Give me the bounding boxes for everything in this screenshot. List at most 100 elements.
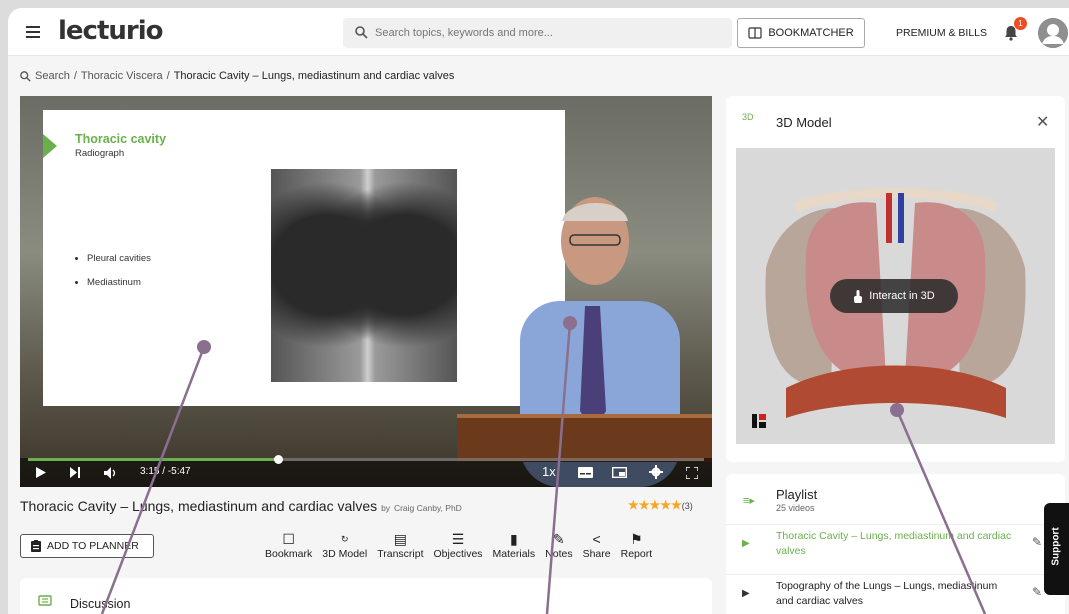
play-icon: ▶ bbox=[742, 538, 750, 549]
lecture-by: by bbox=[381, 503, 391, 513]
rating-stars: ★★★★★ bbox=[628, 498, 682, 512]
bookmark-label: Bookmark bbox=[265, 548, 313, 560]
kenhub-logo-icon bbox=[752, 414, 766, 428]
video-progress-fill bbox=[28, 458, 278, 461]
materials-label: Materials bbox=[492, 548, 536, 560]
discussion-panel[interactable]: Discussion bbox=[20, 578, 712, 614]
settings-gear-icon[interactable] bbox=[649, 465, 663, 479]
lecture-title-text: Thoracic Cavity – Lungs, mediastinum and… bbox=[20, 498, 378, 514]
lecture-author[interactable]: Craig Canby, PhD bbox=[394, 503, 462, 513]
add-to-planner-button[interactable]: ADD TO PLANNER bbox=[20, 534, 154, 558]
next-icon[interactable] bbox=[70, 467, 80, 478]
picture-in-picture-icon[interactable] bbox=[612, 467, 627, 478]
breadcrumb-thoracic-viscera[interactable]: Thoracic Viscera bbox=[81, 70, 163, 82]
book-icon bbox=[748, 27, 762, 39]
video-player[interactable]: Thoracic cavity Radiograph Pleural cavit… bbox=[20, 96, 712, 487]
report-label: Report bbox=[620, 548, 653, 560]
fullscreen-icon[interactable] bbox=[686, 467, 698, 479]
slide-title: Thoracic cavity bbox=[75, 132, 167, 146]
objectives-label: Objectives bbox=[433, 548, 483, 560]
report-button[interactable]: ⚑ Report bbox=[616, 530, 658, 560]
playlist-panel: ≡▸ Playlist 25 videos ▶ Thoracic Cavity … bbox=[726, 474, 1065, 614]
share-button[interactable]: < Share bbox=[578, 530, 616, 560]
notes-icon: ✎ bbox=[553, 531, 565, 547]
search-icon bbox=[20, 70, 31, 82]
share-label: Share bbox=[582, 548, 611, 560]
search-bar[interactable] bbox=[343, 18, 732, 48]
edit-pencil-icon[interactable]: ✎ bbox=[1032, 585, 1042, 599]
edit-pencil-icon[interactable]: ✎ bbox=[1032, 535, 1042, 549]
slide-bullet: Mediastinum bbox=[87, 277, 151, 288]
close-icon[interactable]: ✕ bbox=[1036, 112, 1049, 132]
time-display: 3:15 / -5:47 bbox=[140, 466, 191, 477]
subtitles-icon[interactable] bbox=[578, 467, 593, 478]
materials-button[interactable]: ▮ Materials bbox=[488, 530, 541, 560]
3d-viewer[interactable]: Interact in 3D bbox=[736, 148, 1055, 444]
notification-badge: 1 bbox=[1014, 17, 1027, 30]
time-separator: / bbox=[162, 466, 166, 477]
3d-model-button[interactable]: ↻ 3D Model bbox=[317, 530, 372, 560]
bookmatcher-label: BOOKMATCHER bbox=[768, 27, 854, 39]
playlist-item-active[interactable]: ▶ Thoracic Cavity – Lungs, mediastinum a… bbox=[726, 524, 1065, 562]
discussion-icon bbox=[38, 595, 52, 606]
slide-subtitle: Radiograph bbox=[75, 148, 125, 159]
breadcrumb-separator: / bbox=[73, 70, 77, 82]
video-controls bbox=[20, 458, 712, 487]
slide-marker-icon bbox=[43, 134, 57, 158]
slide-bullet: Pleural cavities bbox=[87, 253, 151, 264]
flag-icon: ⚑ bbox=[630, 531, 643, 547]
lecturio-logo[interactable]: lecturio bbox=[58, 16, 163, 46]
share-icon: < bbox=[592, 531, 601, 547]
app-page: lecturio BOOKMATCHER PREMIUM & BILLS 1 S… bbox=[8, 8, 1069, 614]
playlist-item-title: Thoracic Cavity – Lungs, mediastinum and… bbox=[776, 530, 1012, 557]
search-input[interactable] bbox=[375, 18, 715, 48]
transcript-icon: ▤ bbox=[393, 531, 407, 547]
transcript-label: Transcript bbox=[377, 548, 424, 560]
premium-bills-link[interactable]: PREMIUM & BILLS bbox=[896, 27, 987, 39]
3d-model-panel: 3D 3D Model ✕ Interact in 3D bbox=[726, 96, 1065, 462]
speed-button[interactable]: 1x bbox=[542, 464, 556, 479]
interact-in-3d-label: Interact in 3D bbox=[869, 290, 935, 302]
discussion-label: Discussion bbox=[70, 597, 131, 611]
interact-in-3d-button[interactable]: Interact in 3D bbox=[830, 279, 958, 313]
search-icon bbox=[355, 26, 368, 39]
time-elapsed: 3:15 bbox=[140, 466, 160, 477]
menu-icon[interactable] bbox=[26, 26, 40, 38]
rating-count: (3) bbox=[681, 501, 693, 511]
user-icon bbox=[1038, 18, 1068, 48]
time-remaining: -5:47 bbox=[167, 466, 191, 477]
bookmark-button[interactable]: ☐ Bookmark bbox=[260, 530, 317, 560]
3d-icon: 3D bbox=[742, 112, 754, 122]
notes-button[interactable]: ✎ Notes bbox=[540, 530, 577, 560]
chest-radiograph-image bbox=[271, 169, 457, 382]
breadcrumb: Search / Thoracic Viscera / Thoracic Cav… bbox=[20, 70, 454, 82]
clipboard-icon bbox=[31, 540, 41, 552]
objectives-button[interactable]: ☰ Objectives bbox=[429, 530, 488, 560]
breadcrumb-current: Thoracic Cavity – Lungs, mediastinum and… bbox=[173, 70, 455, 82]
3d-icon: ↻ bbox=[340, 534, 349, 544]
video-progress-handle[interactable] bbox=[274, 455, 283, 464]
play-icon: ▶ bbox=[742, 588, 750, 599]
top-bar: lecturio BOOKMATCHER PREMIUM & BILLS 1 bbox=[8, 8, 1069, 56]
notes-label: Notes bbox=[545, 548, 573, 560]
list-icon: ☰ bbox=[451, 531, 465, 547]
transcript-button[interactable]: ▤ Transcript bbox=[372, 530, 428, 560]
volume-icon[interactable] bbox=[104, 467, 118, 479]
video-progress-bar[interactable] bbox=[28, 455, 704, 464]
lecture-slide: Thoracic cavity Radiograph Pleural cavit… bbox=[43, 110, 565, 406]
document-icon: ▮ bbox=[509, 531, 518, 547]
desk bbox=[457, 414, 712, 462]
playlist-item-title: Topography of the Lungs – Lungs, mediast… bbox=[776, 580, 998, 607]
hand-pointer-icon bbox=[854, 289, 863, 303]
3d-model-title: 3D Model bbox=[776, 115, 832, 130]
add-to-planner-label: ADD TO PLANNER bbox=[47, 540, 139, 552]
play-icon[interactable] bbox=[36, 467, 46, 478]
playlist-title: Playlist bbox=[776, 487, 818, 502]
rating[interactable]: ★★★★★(3) bbox=[628, 498, 693, 512]
bookmatcher-button[interactable]: BOOKMATCHER bbox=[737, 18, 865, 48]
playlist-item[interactable]: ▶ Topography of the Lungs – Lungs, media… bbox=[726, 574, 1065, 612]
playlist-count: 25 videos bbox=[776, 503, 815, 513]
avatar[interactable] bbox=[1038, 18, 1068, 48]
breadcrumb-search[interactable]: Search bbox=[35, 70, 70, 82]
support-tab[interactable]: Support bbox=[1044, 503, 1069, 595]
